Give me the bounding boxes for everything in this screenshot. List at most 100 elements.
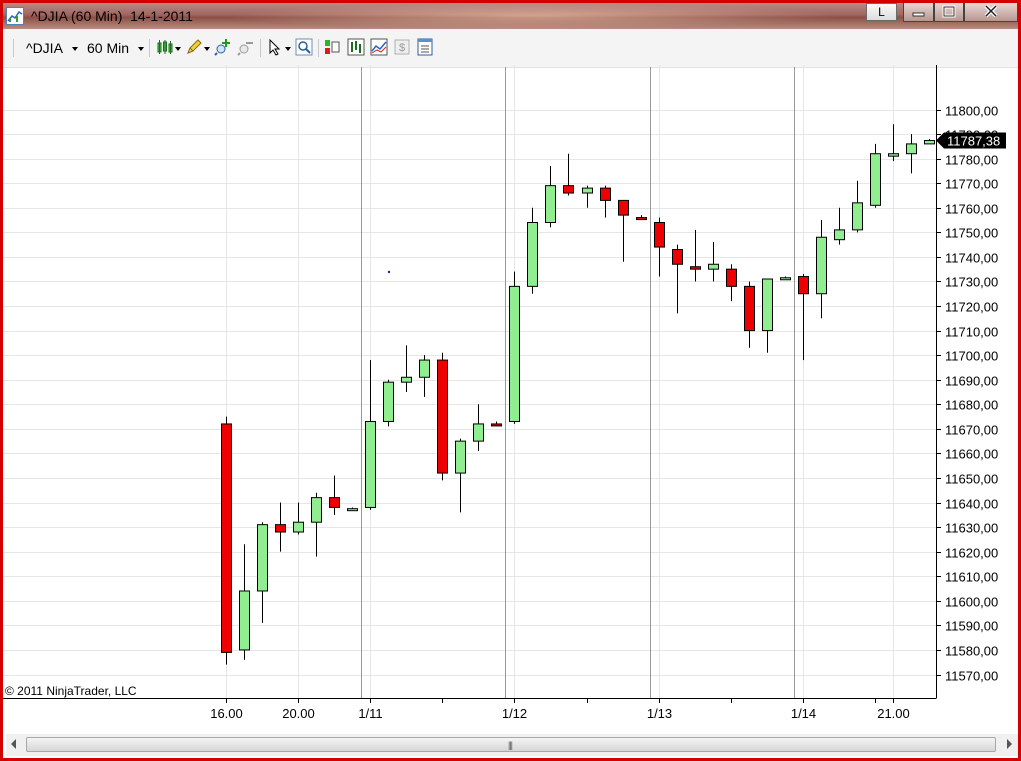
candle-body-up xyxy=(888,153,899,157)
last-price-label: 11787,38 xyxy=(947,134,1000,149)
candle-body-up xyxy=(455,440,466,474)
candle xyxy=(275,502,286,552)
price-tick-label: 11670,00 xyxy=(945,423,998,438)
time-tick-label: 1/14 xyxy=(791,706,816,721)
candle xyxy=(636,215,647,221)
price-tick-label: 11720,00 xyxy=(945,300,998,315)
price-tick-label: 11750,00 xyxy=(945,226,998,241)
candle-body-up xyxy=(852,202,863,231)
candle xyxy=(582,185,593,208)
candle xyxy=(473,404,484,451)
price-tick-label: 11700,00 xyxy=(945,349,998,364)
time-tick-label: 1/13 xyxy=(647,706,672,721)
candle xyxy=(852,180,863,233)
candle xyxy=(870,143,881,208)
candle xyxy=(257,522,268,623)
horizontal-gridlines xyxy=(3,110,936,676)
price-tick-label: 11710,00 xyxy=(945,325,998,340)
candle xyxy=(762,278,773,353)
candle-body-up xyxy=(509,285,520,422)
candle-body-up xyxy=(582,187,593,194)
candle-body-up xyxy=(924,140,935,145)
candle-body-up xyxy=(816,236,827,295)
candle xyxy=(618,199,629,262)
candle xyxy=(293,502,304,535)
price-tick-label: 11800,00 xyxy=(945,104,998,119)
candle xyxy=(816,220,827,319)
candle xyxy=(311,492,322,557)
candle xyxy=(491,421,502,427)
time-tick-label: 1/11 xyxy=(358,706,382,721)
candle xyxy=(600,185,611,218)
candle-body-down xyxy=(798,276,809,295)
candle-body-down xyxy=(275,524,286,533)
candle xyxy=(221,416,232,665)
price-tick-label: 11620,00 xyxy=(945,546,998,561)
price-tick-label: 11660,00 xyxy=(945,447,998,462)
candle-body-down xyxy=(744,285,755,332)
candle xyxy=(654,217,665,277)
candlesticks xyxy=(221,124,935,665)
price-tick-label: 11680,00 xyxy=(945,398,998,413)
candle-body-down xyxy=(618,199,629,216)
price-chart[interactable]: 11570,00 11580,00 11590,00 11600,00 11610,00… xyxy=(0,0,1021,761)
candle xyxy=(545,166,556,228)
candle xyxy=(509,271,520,424)
price-tick-label: 11780,00 xyxy=(945,153,998,168)
candle-body-up xyxy=(762,278,773,332)
price-tick-label: 11770,00 xyxy=(945,177,998,192)
candle-body-up xyxy=(257,524,268,592)
candle-body-up xyxy=(780,277,791,281)
candle-body-up xyxy=(545,185,556,223)
candle-body-down xyxy=(221,423,232,653)
candle xyxy=(888,124,899,162)
candle xyxy=(726,264,737,302)
candle-body-up xyxy=(383,381,394,422)
stray-dot xyxy=(387,270,391,274)
candle xyxy=(906,134,917,174)
candle xyxy=(744,281,755,348)
candle-body-down xyxy=(600,187,611,201)
candle xyxy=(437,352,448,481)
time-tick-label: 20.00 xyxy=(282,706,315,721)
candle xyxy=(924,138,935,145)
candle-body-up xyxy=(906,143,917,155)
candle-body-up xyxy=(834,229,845,241)
price-tick-label: 11760,00 xyxy=(945,202,998,217)
price-tick-label: 11730,00 xyxy=(945,275,998,290)
time-tick-label: 16.00 xyxy=(210,706,243,721)
session-break-lines xyxy=(361,67,795,698)
candle-body-up xyxy=(870,153,881,206)
candle xyxy=(239,544,250,660)
candle-body-down xyxy=(726,268,737,287)
price-axis: 11570,00 11580,00 11590,00 11600,00 11610,00… xyxy=(936,104,998,684)
time-tick-label: 21.00 xyxy=(877,706,910,721)
candle xyxy=(672,244,683,314)
candle-body-down xyxy=(672,249,683,265)
candle-body-up xyxy=(239,590,250,651)
price-tick-label: 11630,00 xyxy=(945,521,998,536)
candle-body-up xyxy=(293,521,304,533)
copyright-text: © 2011 NinjaTrader, LLC xyxy=(5,684,137,698)
candle-body-down xyxy=(690,266,701,270)
candle xyxy=(383,379,394,427)
candle xyxy=(419,355,430,397)
time-tick-label: 1/12 xyxy=(502,706,527,721)
candle xyxy=(527,207,538,294)
candle xyxy=(365,360,376,510)
candle-body-down xyxy=(491,423,502,427)
price-tick-label: 11610,00 xyxy=(945,570,998,585)
candle-body-up xyxy=(365,420,376,508)
candle xyxy=(455,438,466,513)
candle-body-down xyxy=(437,359,448,474)
candle-body-up xyxy=(527,222,538,287)
price-tick-label: 11740,00 xyxy=(945,251,998,266)
price-tick-label: 11580,00 xyxy=(945,644,998,659)
candle-body-up xyxy=(311,497,322,523)
candle xyxy=(347,507,358,512)
candle-body-up xyxy=(347,508,358,512)
price-tick-label: 11640,00 xyxy=(945,497,998,512)
candle-body-down xyxy=(636,217,647,221)
price-tick-label: 11590,00 xyxy=(945,619,998,634)
candle xyxy=(329,475,340,515)
